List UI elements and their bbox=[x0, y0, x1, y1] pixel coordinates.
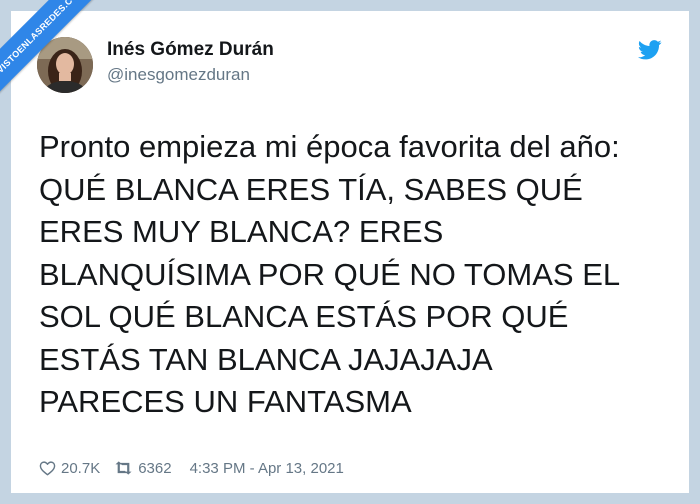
user-handle[interactable]: @inesgomezduran bbox=[107, 65, 250, 85]
display-name[interactable]: Inés Gómez Durán bbox=[107, 39, 274, 61]
tweet-timestamp[interactable]: 4:33 PM - Apr 13, 2021 bbox=[190, 460, 344, 477]
like-count: 20.7K bbox=[61, 459, 101, 477]
twitter-bird-icon[interactable] bbox=[638, 40, 662, 60]
retweet-count: 6362 bbox=[138, 459, 172, 477]
tweet-footer: 20.7K 6362 4:33 PM - Apr 13, 2021 bbox=[39, 458, 344, 478]
retweet-icon[interactable] bbox=[114, 461, 133, 475]
heart-icon[interactable] bbox=[39, 460, 56, 476]
tweet-text: Pronto empieza mi época favorita del año… bbox=[39, 129, 621, 419]
tweet-card: Inés Gómez Durán @inesgomezduran Pronto … bbox=[11, 11, 689, 493]
